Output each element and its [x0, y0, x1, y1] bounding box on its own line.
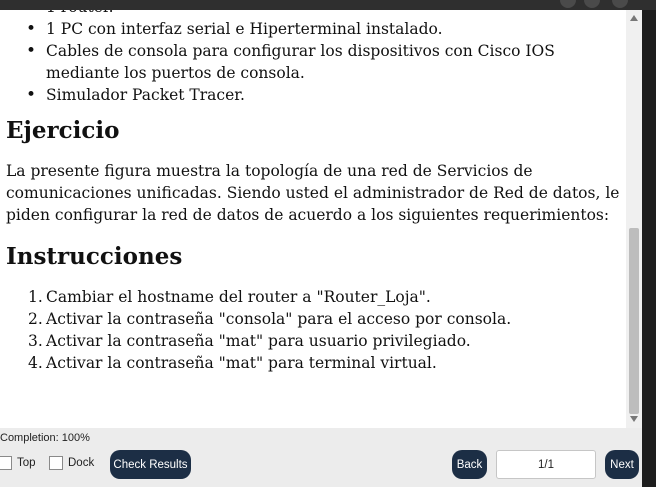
next-button[interactable]: Next — [605, 450, 639, 479]
scroll-down-icon[interactable] — [630, 416, 638, 422]
step-item: 3. Activar la contraseña "mat" para usuar… — [6, 330, 620, 352]
back-button[interactable]: Back — [452, 450, 487, 479]
instructions-heading: Instrucciones — [6, 243, 183, 270]
window-titlebar — [0, 0, 656, 10]
step-number: 2. — [28, 310, 43, 328]
dock-checkbox-label: Dock — [68, 457, 95, 469]
window-button-icon[interactable] — [560, 0, 576, 8]
page-indicator[interactable]: 1/1 — [496, 450, 596, 479]
vertical-scrollbar[interactable] — [626, 10, 642, 428]
step-number: 1. — [28, 288, 43, 306]
instructions-content: 1 router. 1 PC con interfaz serial e Hip… — [6, 10, 620, 374]
step-text: Activar la contraseña "mat" para termina… — [46, 354, 437, 372]
step-item: 2. Activar la contraseña "consola" para e… — [6, 308, 620, 330]
checkbox-box[interactable] — [49, 456, 63, 470]
step-text: Cambiar el hostname del router a "Router… — [46, 288, 431, 306]
exercise-text: La presente figura muestra la topología … — [6, 162, 620, 224]
step-number: 3. — [28, 332, 43, 350]
window-button-icon[interactable] — [584, 0, 600, 8]
window-edge — [642, 10, 656, 487]
top-checkbox-label: Top — [17, 457, 36, 469]
footer-bar: Completion: 100% Top Dock Check Results … — [0, 428, 642, 487]
list-item: 1 router. — [6, 10, 620, 18]
list-item: Simulador Packet Tracer. — [6, 84, 620, 106]
scrollbar-thumb[interactable] — [629, 228, 639, 414]
exercise-heading: Ejercicio — [6, 117, 120, 144]
top-checkbox[interactable]: Top — [0, 455, 36, 471]
scroll-up-icon[interactable] — [630, 15, 638, 21]
step-number: 4. — [28, 354, 43, 372]
step-text: Activar la contraseña "consola" para el … — [46, 310, 512, 328]
requirements-list: 1 router. 1 PC con interfaz serial e Hip… — [6, 10, 620, 106]
step-item: 4. Activar la contraseña "mat" para termi… — [6, 352, 620, 374]
list-item: Cables de consola para configurar los di… — [6, 40, 620, 84]
instructions-pane: 1 router. 1 PC con interfaz serial e Hip… — [0, 10, 642, 428]
window-button-icon[interactable] — [612, 0, 628, 8]
checkbox-box[interactable] — [0, 456, 12, 470]
step-text: Activar la contraseña "mat" para usuario… — [46, 332, 471, 350]
instruction-steps: 1. Cambiar el hostname del router a "Rout… — [6, 286, 620, 374]
step-item: 1. Cambiar el hostname del router a "Rout… — [6, 286, 620, 308]
check-results-button[interactable]: Check Results — [110, 450, 191, 479]
list-item: 1 PC con interfaz serial e Hiperterminal… — [6, 18, 620, 40]
completion-status: Completion: 100% — [0, 432, 90, 444]
dock-checkbox[interactable]: Dock — [49, 455, 94, 471]
